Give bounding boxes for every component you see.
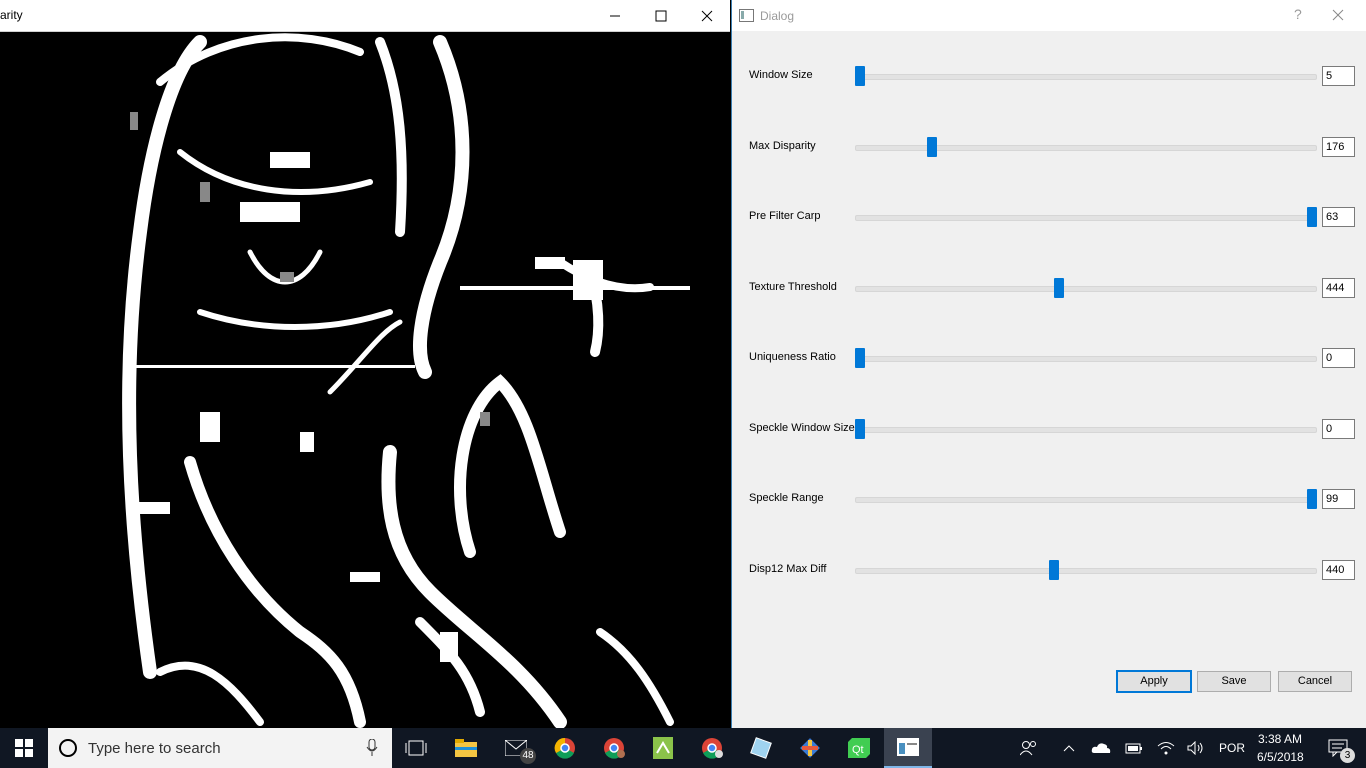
chrome-second-profile-icon[interactable] (688, 728, 736, 768)
cancel-button[interactable]: Cancel (1278, 671, 1352, 692)
param-row-pre-filter-carp: Pre Filter Carp 63 (732, 202, 1366, 232)
window-title: arity (0, 8, 23, 22)
param-slider-track[interactable] (855, 427, 1317, 433)
svg-text:Qt: Qt (852, 744, 864, 756)
chrome-profile-icon[interactable] (590, 728, 638, 768)
param-row-speckle-range: Speckle Range 99 (732, 484, 1366, 514)
param-label: Pre Filter Carp (749, 210, 821, 222)
microphone-icon[interactable] (366, 739, 378, 757)
param-value-field[interactable]: 0 (1322, 419, 1355, 439)
language-indicator[interactable]: POR (1219, 741, 1245, 755)
param-value-field[interactable]: 0 (1322, 348, 1355, 368)
chevron-up-icon[interactable] (1058, 728, 1080, 768)
param-label: Speckle Range (749, 492, 824, 504)
search-box[interactable]: Type here to search (48, 728, 392, 768)
pen-tool-icon[interactable] (737, 728, 785, 768)
param-slider-track[interactable] (855, 497, 1317, 503)
windows-start-icon[interactable] (0, 728, 48, 768)
param-slider-track[interactable] (855, 568, 1317, 574)
chrome-icon[interactable] (541, 728, 589, 768)
dialog-titlebar[interactable]: Dialog ? (732, 0, 1366, 31)
dialog-app-icon (739, 9, 754, 22)
param-row-speckle-window-size: Speckle Window Size 0 (732, 414, 1366, 444)
param-slider-track[interactable] (855, 286, 1317, 292)
param-label: Max Disparity (749, 140, 816, 152)
param-value-field[interactable]: 63 (1322, 207, 1355, 227)
param-label: Uniqueness Ratio (749, 351, 836, 363)
notes-app-icon[interactable] (639, 728, 687, 768)
task-view-icon[interactable] (392, 728, 440, 768)
search-placeholder: Type here to search (88, 740, 221, 757)
disparity-map-image (0, 32, 730, 728)
volume-icon[interactable] (1184, 728, 1208, 768)
minimize-icon[interactable] (592, 0, 638, 31)
param-value-field[interactable]: 176 (1322, 137, 1355, 157)
taskbar: Type here to search 48 Qt POR 3:38 AM 6/… (0, 728, 1366, 768)
param-slider-track[interactable] (855, 74, 1317, 80)
param-label: Disp12 Max Diff (749, 563, 827, 575)
param-slider-track[interactable] (855, 215, 1317, 221)
dialog-title: Dialog (760, 9, 795, 23)
apply-button[interactable]: Apply (1116, 670, 1192, 693)
param-value-field[interactable]: 444 (1322, 278, 1355, 298)
disparity-titlebar[interactable]: arity (0, 0, 730, 32)
param-label: Window Size (749, 69, 813, 81)
disparity-window: arity (0, 0, 730, 728)
param-slider-track[interactable] (855, 145, 1317, 151)
param-value-field[interactable]: 99 (1322, 489, 1355, 509)
param-label: Speckle Window Size (749, 422, 855, 434)
param-row-disp12-max-diff: Disp12 Max Diff 440 (732, 555, 1366, 585)
param-row-max-disparity: Max Disparity 176 (732, 132, 1366, 162)
param-row-uniqueness-ratio: Uniqueness Ratio 0 (732, 343, 1366, 373)
param-slider-thumb[interactable] (855, 66, 865, 86)
qt-creator-icon[interactable]: Qt (835, 728, 883, 768)
param-row-texture-threshold: Texture Threshold 444 (732, 273, 1366, 303)
param-value-field[interactable]: 440 (1322, 560, 1355, 580)
param-slider-thumb[interactable] (855, 419, 865, 439)
param-slider-thumb[interactable] (1053, 278, 1064, 298)
param-slider-thumb[interactable] (1307, 207, 1317, 227)
people-icon[interactable] (1015, 728, 1043, 768)
param-value-field[interactable]: 5 (1322, 66, 1355, 86)
clock-date[interactable]: 6/5/2018 (1257, 750, 1304, 764)
mail-icon[interactable]: 48 (492, 728, 540, 768)
param-slider-track[interactable] (855, 356, 1317, 362)
dialog-close-icon[interactable] (1332, 8, 1344, 26)
file-explorer-icon[interactable] (442, 728, 490, 768)
param-slider-thumb[interactable] (1049, 560, 1060, 580)
notification-badge: 3 (1340, 748, 1355, 763)
wifi-icon[interactable] (1154, 728, 1178, 768)
param-slider-thumb[interactable] (927, 137, 938, 157)
param-row-window-size: Window Size 5 (732, 61, 1366, 91)
git-tool-icon[interactable] (786, 728, 834, 768)
action-center-icon[interactable]: 3 (1318, 728, 1358, 768)
param-slider-thumb[interactable] (855, 348, 865, 368)
help-icon[interactable]: ? (1294, 6, 1302, 22)
mail-badge: 48 (520, 748, 536, 764)
onedrive-icon[interactable] (1088, 728, 1114, 768)
battery-icon[interactable] (1122, 728, 1146, 768)
close-icon[interactable] (684, 0, 730, 31)
dialog-taskbar-icon[interactable] (884, 728, 932, 768)
param-label: Texture Threshold (749, 281, 837, 293)
save-button[interactable]: Save (1197, 671, 1271, 692)
clock-time[interactable]: 3:38 AM (1258, 732, 1302, 746)
stereo-params-dialog: Dialog ? Window Size 5 Max Disparity 176… (731, 0, 1366, 728)
param-slider-thumb[interactable] (1307, 489, 1317, 509)
cortana-icon (59, 739, 77, 757)
maximize-icon[interactable] (638, 0, 684, 31)
